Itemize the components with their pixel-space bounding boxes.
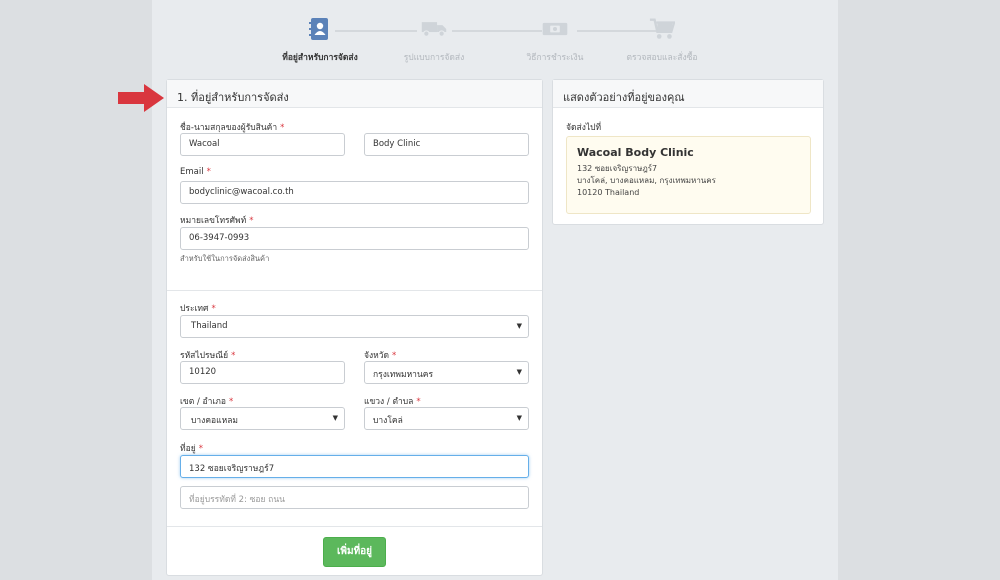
address-line2-input[interactable]: ที่อยู่บรรทัดที่ 2: ซอย ถนน <box>180 486 529 509</box>
address-preview-card: Wacoal Body Clinic 132 ซอยเจริญราษฎร์7 บ… <box>566 136 811 214</box>
checkout-stepper: ที่อยู่สำหรับการจัดส่ง รูปแบบการจัดส่ง ว… <box>152 14 838 64</box>
pointer-arrow-icon <box>118 84 164 115</box>
section-divider <box>167 526 542 527</box>
required-mark: * <box>206 167 211 177</box>
section-divider <box>167 290 542 291</box>
address-line1-input[interactable]: 132 ซอยเจริญราษฎร์7 <box>180 455 529 478</box>
subdistrict-select[interactable]: บางโคล่ <box>364 407 529 430</box>
required-mark: * <box>211 304 216 314</box>
step-payment[interactable]: วิธีการชำระเงิน <box>500 14 610 64</box>
truck-icon <box>421 16 447 42</box>
cart-icon <box>649 16 675 42</box>
subdistrict-label: แขวง / ตำบล * <box>364 397 421 407</box>
step-label: วิธีการชำระเงิน <box>526 53 584 63</box>
email-input[interactable]: bodyclinic@wacoal.co.th <box>180 181 529 204</box>
phone-label: หมายเลขโทรศัพท์ * <box>180 216 254 226</box>
payment-card-icon <box>542 16 568 42</box>
required-mark: * <box>280 123 285 133</box>
address-preview-panel: แสดงตัวอย่างที่อยู่ของคุณ จัดส่งไปที่ Wa… <box>552 79 824 225</box>
step-label: รูปแบบการจัดส่ง <box>403 53 465 63</box>
step-review-order[interactable]: ตรวจสอบและสั่งซื้อ <box>607 14 717 64</box>
required-mark: * <box>198 444 203 454</box>
right-background <box>838 0 1000 580</box>
checkout-page: ที่อยู่สำหรับการจัดส่ง รูปแบบการจัดส่ง ว… <box>152 0 838 580</box>
preview-line3: 10120 Thailand <box>577 188 640 197</box>
address-book-icon <box>307 16 333 42</box>
email-label: Email * <box>180 167 211 177</box>
first-name-input[interactable]: Wacoal <box>180 133 345 156</box>
phone-hint: สำหรับใช้ในการจัดส่งสินค้า <box>180 254 270 263</box>
step-shipping-address[interactable]: ที่อยู่สำหรับการจัดส่ง <box>265 14 375 64</box>
shipping-address-panel: 1. ที่อยู่สำหรับการจัดส่ง ชื่อ-นามสกุลขอ… <box>166 79 543 576</box>
recipient-name-label: ชื่อ-นามสกุลของผู้รับสินค้า * <box>180 123 285 133</box>
preview-line1: 132 ซอยเจริญราษฎร์7 <box>577 164 658 173</box>
required-mark: * <box>249 216 254 226</box>
postcode-label: รหัสไปรษณีย์ * <box>180 351 236 361</box>
panel-title: แสดงตัวอย่างที่อยู่ของคุณ <box>553 80 823 108</box>
required-mark: * <box>416 397 421 407</box>
panel-title: 1. ที่อยู่สำหรับการจัดส่ง <box>167 80 542 108</box>
province-label: จังหวัด * <box>364 351 397 361</box>
country-select[interactable]: Thailand <box>180 315 529 338</box>
address-label: ที่อยู่ * <box>180 444 203 454</box>
step-label: ตรวจสอบและสั่งซื้อ <box>626 53 698 63</box>
last-name-input[interactable]: Body Clinic <box>364 133 529 156</box>
preview-name: Wacoal Body Clinic <box>577 146 694 159</box>
step-shipping-method[interactable]: รูปแบบการจัดส่ง <box>379 14 489 64</box>
postcode-input[interactable]: 10120 <box>180 361 345 384</box>
ship-to-label: จัดส่งไปที่ <box>566 123 602 133</box>
step-label: ที่อยู่สำหรับการจัดส่ง <box>282 53 358 63</box>
add-address-button[interactable]: เพิ่มที่อยู่ <box>323 537 386 567</box>
required-mark: * <box>392 351 397 361</box>
province-select[interactable]: กรุงเทพมหานคร <box>364 361 529 384</box>
required-mark: * <box>231 351 236 361</box>
required-mark: * <box>229 397 234 407</box>
district-label: เขต / อำเภอ * <box>180 397 234 407</box>
district-select[interactable]: บางคอแหลม <box>180 407 345 430</box>
phone-input[interactable]: 06-3947-0993 <box>180 227 529 250</box>
country-label: ประเทศ * <box>180 304 216 314</box>
preview-line2: บางโคล่, บางคอแหลม, กรุงเทพมหานคร <box>577 176 716 185</box>
